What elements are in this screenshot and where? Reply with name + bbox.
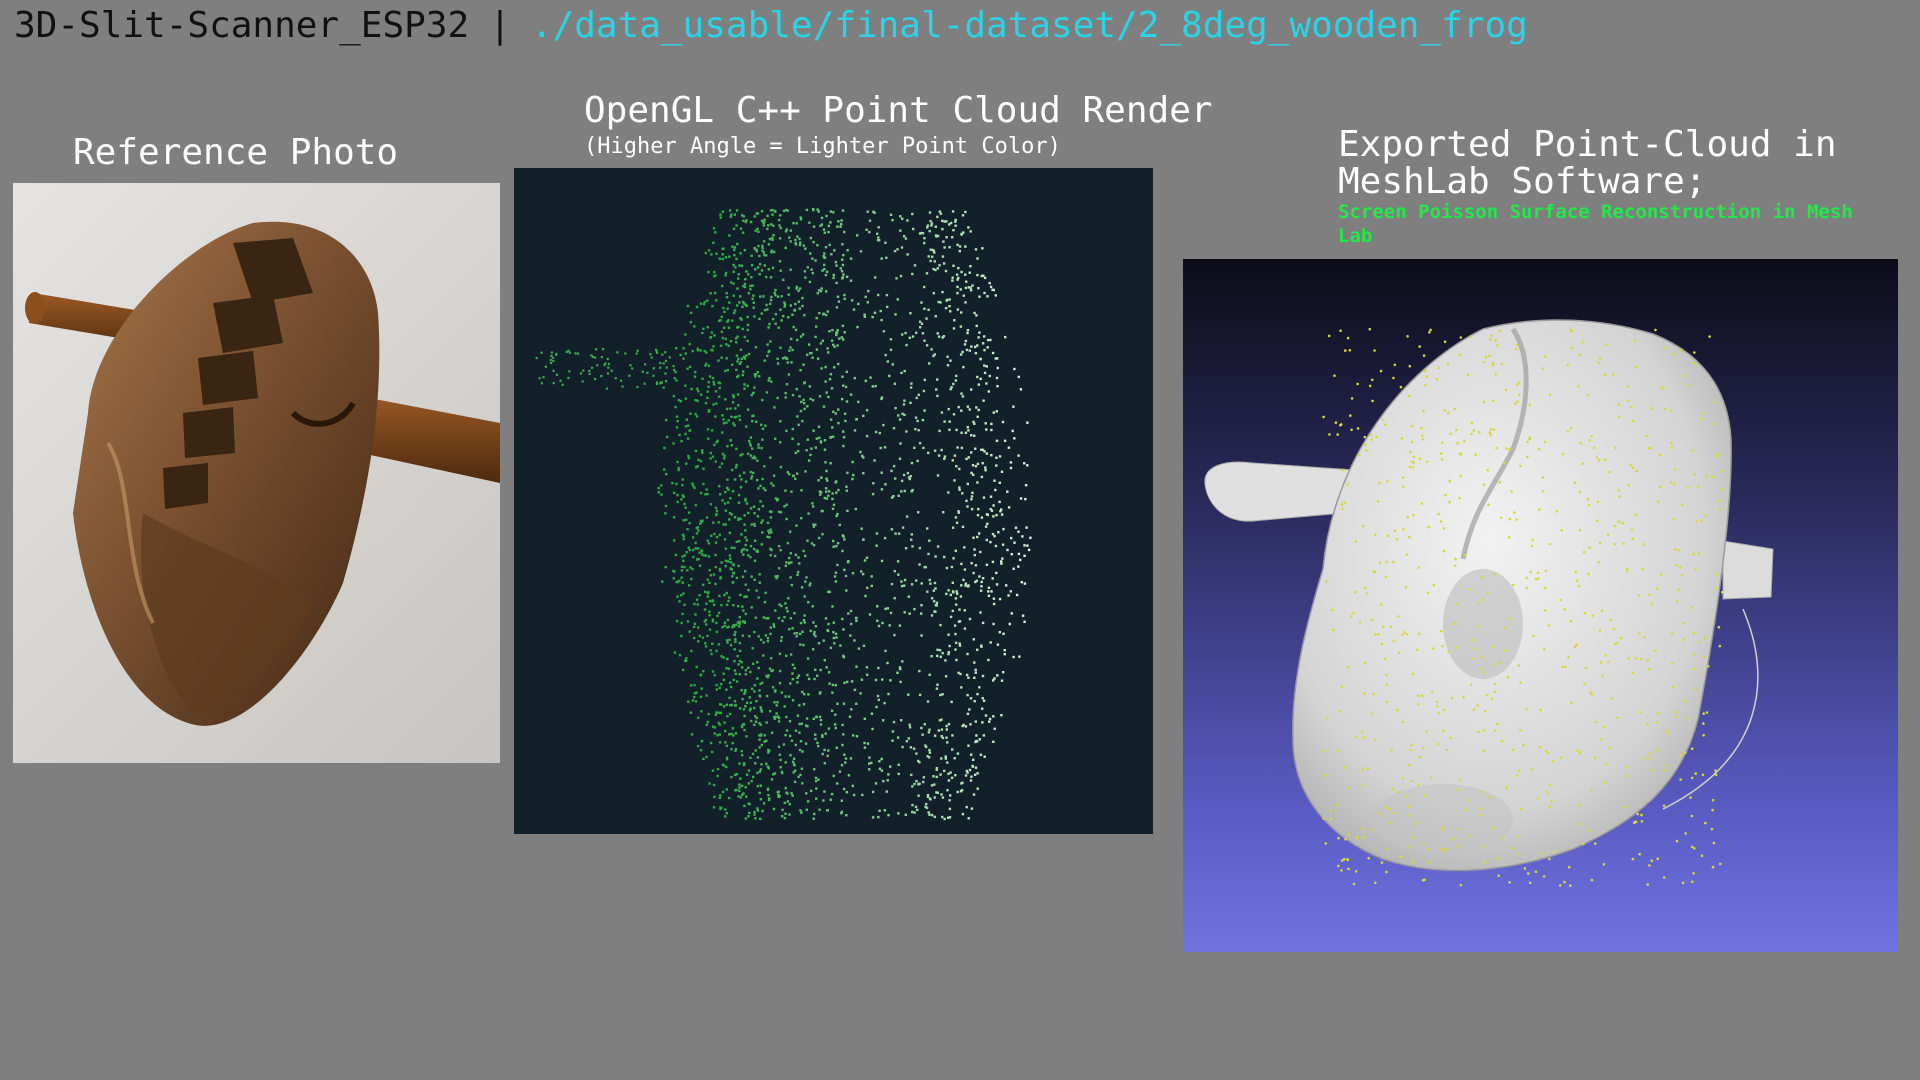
meshlab-title-line2: MeshLab Software; <box>1338 161 1707 202</box>
dataset-path: ./data_usable/final-dataset/2_8deg_woode… <box>530 5 1528 46</box>
project-name: 3D-Slit-Scanner_ESP32 <box>14 5 470 46</box>
render-title: OpenGL C++ Point Cloud Render <box>584 90 1213 131</box>
title-separator: | <box>489 5 511 46</box>
reference-photo-title: Reference Photo <box>73 132 399 173</box>
mesh-reconstruction <box>1204 319 1774 887</box>
wooden-frog-image <box>25 221 500 726</box>
meshlab-viewport <box>1183 259 1898 952</box>
reference-photo <box>13 183 500 763</box>
render-subtitle: (Higher Angle = Lighter Point Color) <box>584 134 1061 159</box>
meshlab-title-line1: Exported Point-Cloud in <box>1338 124 1837 165</box>
poisson-note: Screen Poisson Surface Reconstruction in… <box>1338 201 1853 247</box>
point-cloud-canvas <box>535 208 1032 821</box>
point-cloud-render <box>514 168 1153 834</box>
title-bar: 3D-Slit-Scanner_ESP32 | ./data_usable/fina… <box>14 4 1528 48</box>
